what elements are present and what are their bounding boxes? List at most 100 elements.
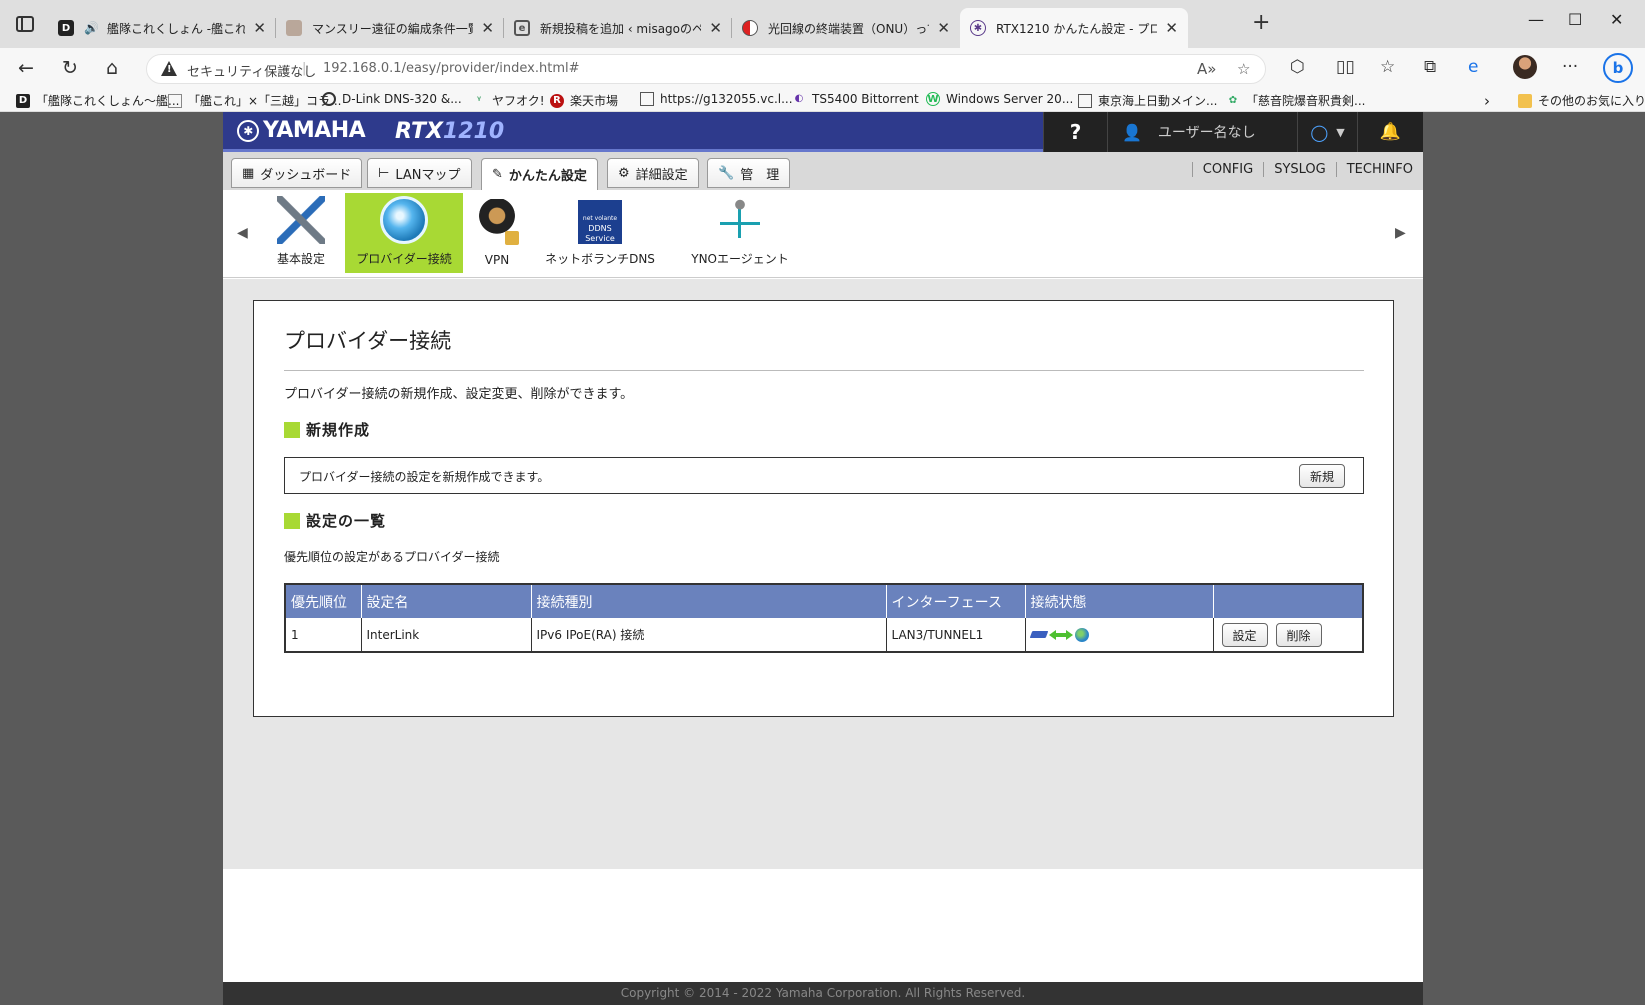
bookmark-item[interactable]: R 楽天市場 — [550, 92, 618, 109]
tab-management[interactable]: 🔧 管 理 — [707, 158, 791, 188]
wand-icon: ✎ — [492, 167, 503, 182]
collections-icon[interactable]: ⧉ — [1424, 57, 1436, 77]
new-section-heading: 新規作成 — [284, 419, 370, 440]
table-row: 1 InterLink IPv6 IPoE(RA) 接続 LAN3/TUNNEL… — [285, 618, 1363, 652]
language-menu[interactable]: ◯ ▼ — [1297, 112, 1357, 152]
tab-close-icon[interactable]: ✕ — [1165, 19, 1178, 37]
tab-favicon — [286, 20, 302, 36]
tab-title: 艦隊これくしょん -艦これ- - オン — [106, 21, 246, 36]
netvolante-dns-button[interactable]: net volante DDNS Service ネットボランチDNS — [535, 193, 665, 273]
browser-tab-4[interactable]: 光回線の終端装置（ONU）って何 ✕ — [732, 8, 960, 48]
browser-tab-strip: D 🔊 艦隊これくしょん -艦これ- - オン ✕ マンスリー遠征の編成条件一覧… — [0, 0, 1645, 48]
top-links: CONFIG SYSLOG TECHINFO — [1191, 162, 1423, 177]
bookmark-item[interactable]: W Windows Server 20... — [926, 92, 1073, 106]
bookmark-item[interactable]: 「艦これ」×「三越」コラ... — [168, 92, 342, 109]
bookmark-item[interactable]: https://g132055.vc.l... — [640, 92, 793, 106]
tab-actions-icon[interactable] — [16, 16, 34, 32]
back-icon[interactable]: ← — [18, 57, 34, 79]
tab-dashboard[interactable]: ▦ ダッシュボード — [231, 158, 363, 188]
more-menu-icon[interactable]: ··· — [1562, 57, 1578, 77]
techinfo-link[interactable]: TECHINFO — [1335, 162, 1423, 177]
refresh-icon[interactable]: ↻ — [62, 57, 78, 79]
priority-note: 優先順位の設定があるプロバイダー接続 — [284, 550, 500, 564]
warning-icon[interactable] — [161, 61, 177, 76]
basic-settings-button[interactable]: 基本設定 — [263, 193, 339, 273]
config-link[interactable]: CONFIG — [1191, 162, 1263, 177]
other-favorites-folder[interactable]: その他のお気に入り — [1518, 92, 1645, 109]
bookmark-item[interactable]: ✿ 「慈音院爆音釈貴剣... — [1226, 92, 1366, 109]
tab-close-icon[interactable]: ✕ — [253, 19, 266, 37]
extensions-icon[interactable]: ⬡ — [1290, 57, 1305, 77]
tab-favicon: D — [58, 20, 74, 36]
provider-table: 優先順位 設定名 接続種別 インターフェース 接続状態 1 InterLink … — [284, 583, 1364, 653]
read-aloud-icon[interactable]: A» — [1197, 60, 1216, 78]
bookmark-item[interactable]: ᵞ ヤフオク! — [472, 92, 545, 109]
scroll-left-icon[interactable]: ◀ — [237, 225, 248, 241]
gear-icon: ⚙ — [618, 165, 630, 181]
page-description: プロバイダー接続の新規作成、設定変更、削除ができます。 — [284, 387, 634, 402]
bing-icon[interactable]: b — [1603, 53, 1633, 83]
cell-actions: 設定 削除 — [1213, 618, 1363, 652]
url-text[interactable]: 192.168.0.1/easy/provider/index.html# — [323, 61, 580, 76]
browser-tab-active[interactable]: ✱ RTX1210 かんたん設定 - プロバイダ- ✕ — [960, 8, 1188, 48]
globe-icon — [380, 196, 428, 244]
browser-tab-3[interactable]: e 新規投稿を追加 ‹ misagoのページ · ✕ — [504, 8, 732, 48]
address-input[interactable]: セキュリティ保護なし | 192.168.0.1/easy/provider/i… — [146, 54, 1266, 84]
minimize-icon[interactable]: — — [1528, 10, 1544, 29]
maximize-icon[interactable]: ☐ — [1568, 10, 1582, 29]
dashboard-icon: ▦ — [242, 165, 255, 181]
favorites-icon[interactable]: ☆ — [1380, 57, 1395, 77]
scroll-right-icon[interactable]: ▶ — [1395, 225, 1406, 241]
list-section-heading: 設定の一覧 — [284, 510, 386, 531]
bookmark-item[interactable]: ◐ TS5400 Bittorrent — [792, 92, 919, 106]
model-name: RTX1210 — [395, 119, 505, 144]
globe-icon: ◯ — [1310, 122, 1329, 142]
user-menu[interactable]: 👤 ユーザー名なし — [1107, 112, 1297, 152]
new-button[interactable]: 新規 — [1298, 464, 1345, 488]
tab-lan-map[interactable]: ⊢ LANマップ — [367, 158, 472, 188]
profile-avatar[interactable] — [1513, 55, 1537, 79]
security-label[interactable]: セキュリティ保護なし — [187, 61, 316, 80]
bookmark-item[interactable]: D-Link DNS-320 &... — [322, 92, 462, 106]
yno-agent-button[interactable]: YNOエージェント — [675, 193, 805, 273]
close-window-icon[interactable]: ✕ — [1610, 10, 1623, 29]
favorite-star-icon[interactable]: ☆ — [1237, 60, 1250, 78]
tab-close-icon[interactable]: ✕ — [481, 19, 494, 37]
chevron-down-icon: ▼ — [1336, 125, 1345, 139]
speaker-icon[interactable]: 🔊 — [84, 21, 99, 35]
tab-close-icon[interactable]: ✕ — [709, 19, 722, 37]
address-bar-row: ← ↻ ⌂ セキュリティ保護なし | 192.168.0.1/easy/prov… — [0, 48, 1645, 90]
delete-button[interactable]: 削除 — [1275, 623, 1322, 647]
browser-tab-2[interactable]: マンスリー遠征の編成条件一覧と編 ✕ — [276, 8, 504, 48]
tab-advanced-settings[interactable]: ⚙ 詳細設定 — [607, 158, 699, 188]
col-status: 接続状態 — [1025, 584, 1214, 618]
bell-icon[interactable]: 🔔 — [1357, 112, 1423, 152]
home-icon[interactable]: ⌂ — [106, 57, 118, 79]
router-header: ✱ YAMAHA RTX1210 ? 👤 ユーザー名なし ◯ ▼ 🔔 — [223, 112, 1423, 152]
new-tab-icon[interactable]: + — [1252, 10, 1270, 35]
browser-tab-1[interactable]: D 🔊 艦隊これくしょん -艦これ- - オン ✕ — [48, 8, 276, 48]
split-screen-icon[interactable]: ▯▯ — [1336, 57, 1355, 77]
bookmark-item[interactable]: D 「艦隊これくしょん～艦... — [16, 92, 179, 109]
col-actions — [1213, 584, 1363, 618]
tab-close-icon[interactable]: ✕ — [937, 19, 950, 37]
col-priority: 優先順位 — [285, 584, 362, 618]
col-type: 接続種別 — [531, 584, 887, 618]
vpn-button[interactable]: VPN — [469, 193, 525, 273]
chevron-right-icon[interactable]: › — [1484, 92, 1490, 110]
ie-mode-icon[interactable]: e — [1468, 57, 1478, 77]
cell-type: IPv6 IPoE(RA) 接続 — [531, 618, 887, 652]
syslog-link[interactable]: SYSLOG — [1263, 162, 1336, 177]
header-actions: ? 👤 ユーザー名なし ◯ ▼ 🔔 — [1043, 112, 1423, 152]
help-button[interactable]: ? — [1043, 112, 1107, 152]
lan-map-icon: ⊢ — [378, 165, 390, 181]
bookmark-item[interactable]: 東京海上日動メイン... — [1078, 92, 1217, 109]
wrench-icon: 🔧 — [718, 165, 735, 181]
tools-icon — [277, 196, 325, 244]
provider-panel: プロバイダー接続 プロバイダー接続の新規作成、設定変更、削除ができます。 新規作… — [253, 300, 1394, 717]
ddns-icon: net volante DDNS Service — [578, 200, 622, 244]
cell-name: InterLink — [361, 618, 532, 652]
edit-button[interactable]: 設定 — [1221, 623, 1268, 647]
tab-easy-setup[interactable]: ✎ かんたん設定 — [481, 158, 598, 190]
provider-connection-button[interactable]: プロバイダー接続 — [345, 193, 463, 273]
